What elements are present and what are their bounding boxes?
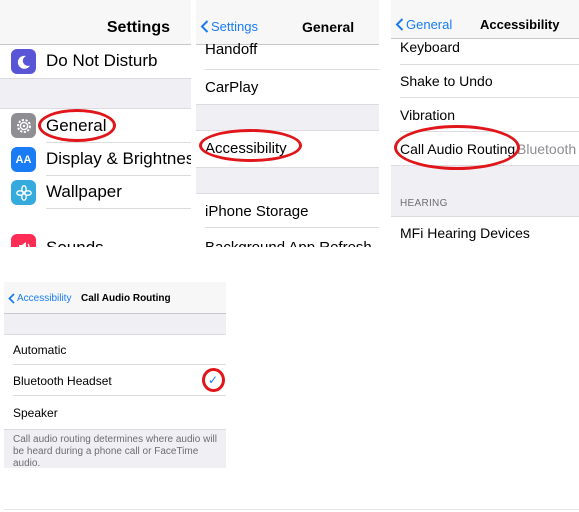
section-gap [196,104,379,131]
gear-icon [11,113,36,138]
page-title: Settings [106,19,170,36]
general-item-carplay[interactable]: CarPlay [196,70,379,104]
general-item-label: Background App Refresh [205,239,372,247]
accessibility-item-label: Shake to Undo [400,73,493,89]
option-label: Bluetooth Headset [13,374,112,388]
general-item-handoff[interactable]: Handoff [196,41,379,69]
moon-icon [11,49,36,74]
option-bluetooth-headset[interactable]: Bluetooth Headset ✓ [4,365,226,395]
accessibility-item-label: MFi Hearing Devices [400,225,530,241]
settings-nav-bar: Settings [0,0,191,45]
general-item-accessibility[interactable]: Accessibility [196,131,379,167]
settings-item-label: Display & Brightness [46,149,191,168]
section-gap: HEARING [391,165,579,217]
accessibility-item-call-audio-routing[interactable]: Call Audio Routing Bluetooth [391,132,579,165]
settings-item-general[interactable]: General [0,109,191,142]
settings-item-wallpaper[interactable]: Wallpaper [0,176,191,208]
footer-description: Call audio routing determines where audi… [4,429,226,468]
back-button[interactable]: Accessibility [8,293,71,304]
accessibility-item-label: Call Audio Routing [400,141,516,157]
chevron-left-icon [200,20,209,33]
back-button[interactable]: Settings [200,19,258,34]
general-nav-bar: Settings General [196,0,379,45]
general-panel: Settings General Handoff CarPlay Accessi… [196,0,379,247]
settings-item-label: Do Not Disturb [46,51,158,70]
general-item-label: Accessibility [205,140,287,157]
back-label: Settings [211,19,258,34]
general-item-background-app-refresh[interactable]: Background App Refresh [196,228,379,247]
page-title: General [302,19,355,35]
general-item-label: CarPlay [205,79,259,96]
settings-item-sounds[interactable]: Sounds [0,209,191,247]
settings-item-do-not-disturb[interactable]: Do Not Disturb [0,45,191,78]
section-gap [4,314,226,335]
chevron-left-icon [395,18,404,31]
settings-item-display-brightness[interactable]: AA Display & Brightness [0,143,191,175]
option-automatic[interactable]: Automatic [4,335,226,364]
checkmark-icon: ✓ [208,373,219,387]
section-header-hearing: HEARING [400,198,448,209]
back-label: General [406,17,453,32]
accessibility-panel: General Accessibility Keyboard Shake to … [391,0,579,247]
divider [4,509,579,510]
accessibility-item-mfi-hearing-devices[interactable]: MFi Hearing Devices [391,217,579,247]
option-label: Automatic [13,343,67,357]
general-item-iphone-storage[interactable]: iPhone Storage [196,194,379,227]
page-title: Accessibility [480,17,560,32]
option-speaker[interactable]: Speaker [4,396,226,429]
settings-item-label: Sounds [46,238,104,247]
display-brightness-icon: AA [11,147,36,172]
option-label: Speaker [13,406,58,420]
accessibility-item-vibration[interactable]: Vibration [391,98,579,131]
section-gap [0,78,191,109]
back-label: Accessibility [17,293,72,304]
general-item-label: iPhone Storage [205,203,309,220]
call-audio-routing-panel: Accessibility Call Audio Routing Automat… [4,282,226,468]
general-item-label: Handoff [205,41,258,58]
accessibility-item-label: Keyboard [400,39,460,55]
accessibility-item-shake-to-undo[interactable]: Shake to Undo [391,65,579,97]
speaker-icon [11,234,36,247]
call-audio-routing-value: Bluetooth [517,141,577,157]
settings-panel: Settings Do Not Disturb General AA Displ… [0,0,191,247]
call-audio-routing-nav-bar: Accessibility Call Audio Routing [4,282,226,314]
back-button[interactable]: General [395,17,452,32]
page-title: Call Audio Routing [81,293,171,304]
wallpaper-flower-icon [11,180,36,205]
settings-item-label: Wallpaper [46,182,122,201]
accessibility-item-keyboard[interactable]: Keyboard [391,39,579,64]
settings-item-label: General [46,116,107,135]
accessibility-item-label: Vibration [400,107,456,123]
chevron-left-icon [8,293,15,304]
accessibility-nav-bar: General Accessibility [391,0,579,39]
section-gap [196,167,379,194]
